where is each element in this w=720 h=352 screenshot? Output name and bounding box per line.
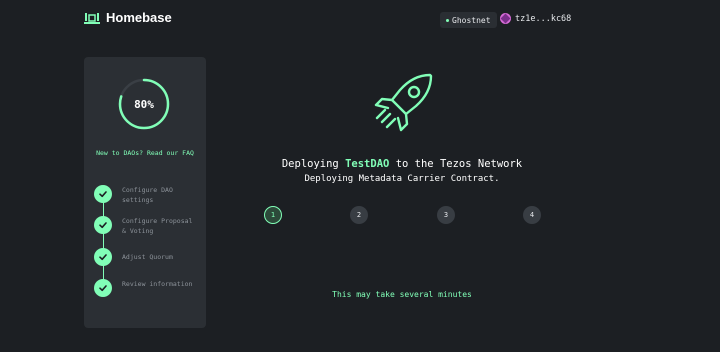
check-icon [94, 216, 112, 234]
step-adjust-quorum[interactable]: Adjust Quorum [94, 248, 200, 266]
deploy-status: Deploying Metadata Carrier Contract. [304, 174, 500, 184]
avatar-icon [500, 13, 511, 24]
title-prefix: Deploying [281, 158, 339, 170]
creator-sidebar: 80% New to DAOs? Read our FAQ Configure … [84, 57, 206, 328]
deploy-step-2: 2 [350, 206, 368, 224]
brand-name: Homebase [106, 10, 172, 25]
check-icon [94, 248, 112, 266]
homebase-logo-icon [84, 12, 100, 24]
network-label: Ghostnet [452, 15, 491, 25]
step-label: Adjust Quorum [122, 253, 173, 261]
progress-percentage: 80% [134, 97, 154, 111]
wallet-address: tz1e...kc68 [515, 13, 572, 24]
step-proposal-voting[interactable]: Configure Proposal & Voting [94, 216, 200, 236]
deploy-step-4: 4 [523, 206, 541, 224]
wallet-button[interactable]: tz1e...kc68 [500, 13, 571, 24]
brand[interactable]: Homebase [84, 10, 172, 25]
steps-connector [103, 193, 104, 289]
step-label: Configure Proposal & Voting [122, 217, 193, 235]
check-icon [94, 185, 112, 203]
step-label: Review information [122, 280, 193, 288]
deploy-step-1: 1 [264, 206, 282, 224]
top-bar: Homebase Ghostnet tz1e...kc68 [0, 0, 720, 40]
wait-note: This may take several minutes [332, 290, 472, 299]
step-label: Configure DAO settings [122, 186, 173, 204]
dao-name: TestDAO [345, 158, 390, 170]
rocket-icon [374, 73, 433, 132]
network-status-dot [446, 18, 449, 22]
deploy-step-3: 3 [437, 206, 455, 224]
step-configure-dao[interactable]: Configure DAO settings [94, 185, 200, 205]
title-suffix: to the Tezos Network [395, 158, 523, 170]
network-selector[interactable]: Ghostnet [440, 12, 497, 28]
faq-link[interactable]: New to DAOs? Read our FAQ [84, 149, 206, 157]
deploy-title: Deploying TestDAO to the Tezos Network [0, 158, 720, 170]
